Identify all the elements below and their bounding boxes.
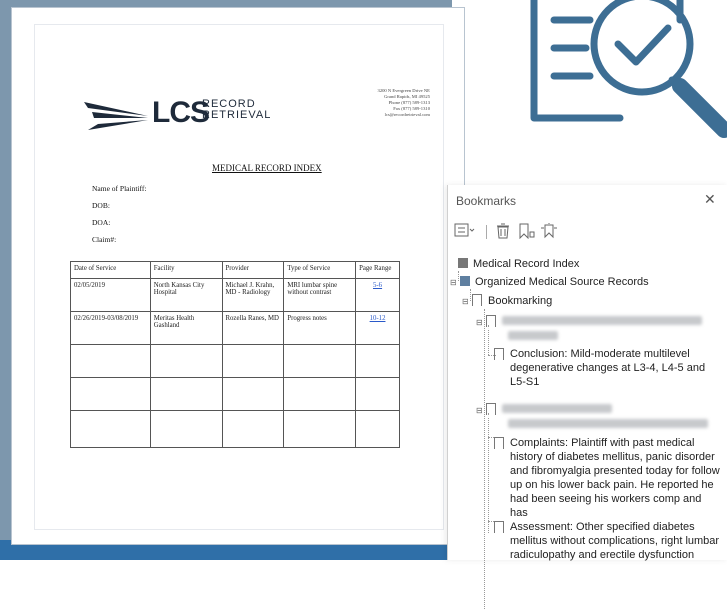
bookmarks-panel: Bookmarks ✕ Medical Record Index ⊟ Organi xyxy=(447,185,727,609)
redacted-text xyxy=(502,404,612,413)
bookmark-icon xyxy=(486,403,496,418)
header-date-of-service: Date of Service xyxy=(70,261,151,279)
table-row-empty xyxy=(70,344,400,378)
cell-date: 02/26/2019-03/08/2019 xyxy=(70,311,151,345)
bookmark-icon xyxy=(472,294,482,309)
panel-title: Bookmarks xyxy=(456,194,517,208)
company-logo: LCS RECORD RETRIEVAL xyxy=(84,94,274,132)
field-dob: DOB: xyxy=(92,201,110,210)
company-address: 3200 N Evergreen Drive NE Grand Rapids, … xyxy=(330,88,430,118)
field-name-of-plaintiff: Name of Plaintiff: xyxy=(92,184,147,193)
tree-guide xyxy=(488,413,489,533)
close-icon[interactable]: ✕ xyxy=(704,191,716,208)
expand-bookmark-icon[interactable] xyxy=(540,223,558,242)
collapse-toggle-icon[interactable]: ⊟ xyxy=(450,278,458,287)
header-type-of-service: Type of Service xyxy=(283,261,357,279)
address-line: lcs@recordretrieval.com xyxy=(384,112,430,117)
bookmark-icon xyxy=(494,437,510,452)
cell-date: 02/05/2019 xyxy=(70,278,151,312)
bookmark-icon xyxy=(494,348,510,363)
bookmark-organized-sources[interactable]: ⊟ Organized Medical Source Records xyxy=(450,276,649,288)
collapse-toggle-icon[interactable]: ⊟ xyxy=(476,318,484,327)
bookmark-medical-record-index[interactable]: Medical Record Index xyxy=(458,258,579,270)
bookmark-locked-icon xyxy=(458,258,468,268)
bookmark-complaints[interactable]: Complaints: Plaintiff with past medical … xyxy=(510,436,722,520)
redacted-text xyxy=(502,316,702,325)
new-bookmark-icon[interactable] xyxy=(518,223,536,242)
logo-swoosh-icon xyxy=(84,102,148,130)
table-row-empty xyxy=(70,377,400,411)
tree-guide xyxy=(484,309,485,609)
logo-main: LCS xyxy=(152,96,210,129)
bookmark-bookmarking[interactable]: ⊟ Bookmarking xyxy=(462,294,553,309)
bookmark-label: Organized Medical Source Records xyxy=(475,276,649,288)
checklist-magnifier-icon xyxy=(520,0,727,140)
redacted-text xyxy=(508,419,708,431)
bookmark-locked-icon xyxy=(460,276,470,286)
logo-subtitle: RECORD RETRIEVAL xyxy=(202,99,271,121)
cell-type: MRI lumbar spine without contrast xyxy=(283,278,357,312)
field-doa: DOA: xyxy=(92,218,111,227)
logo-line2: RETRIEVAL xyxy=(202,109,272,121)
table-row-empty xyxy=(70,410,400,448)
bookmark-label: Medical Record Index xyxy=(473,258,580,270)
redacted-text xyxy=(508,331,558,343)
table-row: 02/26/2019-03/08/2019 Meritas Health Gas… xyxy=(70,311,400,345)
bookmark-redacted-entry[interactable]: ⊟ xyxy=(476,403,612,418)
collapse-toggle-icon[interactable]: ⊟ xyxy=(462,297,470,306)
table-row: 02/05/2019 North Kansas City Hospital Mi… xyxy=(70,278,400,312)
bookmark-assessment[interactable]: Assessment: Other specified diabetes mel… xyxy=(510,520,722,562)
record-index-table: Date of Service Facility Provider Type o… xyxy=(70,261,400,448)
cell-facility: North Kansas City Hospital xyxy=(149,278,223,312)
delete-bookmark-icon[interactable] xyxy=(496,223,510,242)
page-range-link[interactable]: 5-6 xyxy=(355,278,400,312)
bookmark-icon xyxy=(494,521,510,536)
bookmark-redacted-entry[interactable]: ⊟ xyxy=(476,315,702,330)
toolbar-separator xyxy=(486,225,487,239)
bookmark-label: Bookmarking xyxy=(488,295,553,307)
panel-options-icon[interactable] xyxy=(454,223,476,240)
bookmark-icon xyxy=(486,315,496,330)
cell-provider: Rozella Ranes, MD xyxy=(221,311,285,345)
cell-provider: Michael J. Krahn, MD - Radiology xyxy=(221,278,285,312)
header-facility: Facility xyxy=(149,261,223,279)
plaintiff-fields: Name of Plaintiff: DOB: DOA: Claim#: xyxy=(92,184,146,252)
bookmarks-toolbar xyxy=(454,223,654,243)
table-header-row: Date of Service Facility Provider Type o… xyxy=(70,261,400,279)
header-provider: Provider xyxy=(221,261,285,279)
cell-facility: Meritas Health Gashland xyxy=(149,311,223,345)
cell-type: Progress notes xyxy=(283,311,357,345)
bookmark-conclusion[interactable]: Conclusion: Mild-moderate multilevel deg… xyxy=(510,347,722,389)
header-page-range: Page Range xyxy=(355,261,400,279)
index-title: MEDICAL RECORD INDEX xyxy=(212,163,322,173)
field-claim: Claim#: xyxy=(92,235,117,244)
collapse-toggle-icon[interactable]: ⊟ xyxy=(476,406,484,415)
page-range-link[interactable]: 10-12 xyxy=(355,311,400,345)
